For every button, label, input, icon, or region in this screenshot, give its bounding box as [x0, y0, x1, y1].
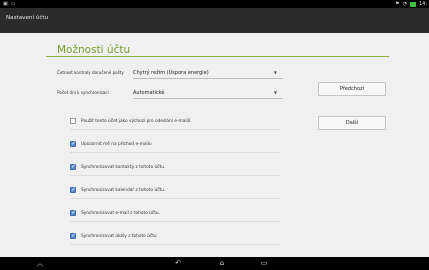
- back-icon[interactable]: ↶: [168, 258, 188, 269]
- wifi-icon: ◔: [402, 1, 407, 7]
- sync-tasks-row[interactable]: ✓ Synchronizovat úkoly z tohoto účtu: [70, 229, 280, 245]
- sync-tasks-label: Synchronizovat úkoly z tohoto účtu: [81, 234, 157, 239]
- sync-contacts-checkbox[interactable]: ✓: [70, 163, 77, 170]
- collapse-icon[interactable]: ︿: [30, 258, 50, 269]
- default-account-label: Použít tento účet jako výchozí pro odesl…: [81, 119, 191, 124]
- home-icon[interactable]: ⌂: [212, 258, 232, 269]
- action-bar: Nastavení účtu: [0, 8, 429, 33]
- sync-tasks-checkbox[interactable]: ✓: [70, 232, 77, 239]
- sync-email-label: Synchronizovat e-mail z tohoto účtu.: [81, 211, 161, 216]
- checkmark-icon: ✓: [71, 163, 77, 170]
- sync-calendar-label: Synchronizovat kalendář z tohoto účtu.: [81, 188, 166, 193]
- image-icon: ▣: [3, 1, 8, 7]
- sync-calendar-row[interactable]: ✓ Synchronizovat kalendář z tohoto účtu.: [70, 183, 280, 199]
- recent-apps-icon[interactable]: ▭: [254, 258, 274, 269]
- checkmark-icon: ✓: [71, 140, 77, 147]
- page-title: Možnosti účtu: [57, 44, 131, 56]
- previous-button[interactable]: Předchozí: [318, 82, 386, 96]
- sync-days-value: Automatické: [133, 90, 165, 96]
- battery-icon: [409, 1, 416, 7]
- inbox-check-frequency-label: Četnost kontroly doručené pošty: [57, 70, 124, 75]
- sync-contacts-row[interactable]: ✓ Synchronizovat kontakty z tohoto účtu.: [70, 160, 280, 176]
- next-button[interactable]: Další: [318, 116, 386, 130]
- default-account-checkbox[interactable]: [70, 118, 76, 124]
- inbox-check-frequency-select[interactable]: Chytrý režim (Úspora energie) ▼: [133, 67, 283, 79]
- navigation-bar: ︿ ↶ ⌂ ▭: [0, 257, 429, 270]
- sync-days-label: Počet dní k synchronizaci: [57, 90, 109, 95]
- sync-email-checkbox[interactable]: ✓: [70, 209, 77, 216]
- action-bar-title: Nastavení účtu: [6, 15, 49, 21]
- new-mail-notify-checkbox[interactable]: ✓: [70, 140, 77, 147]
- status-bar: ▣ ▭ ⚑ ◔ 14:: [0, 0, 429, 8]
- screen: ▣ ▭ ⚑ ◔ 14: Nastavení účtu Možnosti účtu…: [0, 0, 429, 270]
- heading-divider: [46, 56, 389, 57]
- sync-email-row[interactable]: ✓ Synchronizovat e-mail z tohoto účtu.: [70, 206, 280, 222]
- window-icon: ▭: [10, 1, 16, 7]
- dropdown-caret-icon: ▼: [273, 90, 277, 95]
- account-options-panel: Možnosti účtu Četnost kontroly doručené …: [0, 33, 429, 257]
- sync-days-select[interactable]: Automatické ▼: [133, 87, 283, 99]
- inbox-check-frequency-row: Četnost kontroly doručené pošty Chytrý r…: [57, 67, 287, 79]
- notification-icon: ⚑: [395, 1, 400, 7]
- checkmark-icon: ✓: [71, 186, 77, 193]
- sync-contacts-label: Synchronizovat kontakty z tohoto účtu.: [81, 165, 166, 170]
- status-clock: 14:: [418, 1, 427, 7]
- checkmark-icon: ✓: [71, 232, 77, 239]
- new-mail-notify-row[interactable]: ✓ Upozornit mě na příchod e-mailu: [70, 137, 280, 153]
- checkmark-icon: ✓: [71, 209, 77, 216]
- new-mail-notify-label: Upozornit mě na příchod e-mailu: [81, 142, 152, 147]
- sync-calendar-checkbox[interactable]: ✓: [70, 186, 77, 193]
- default-account-row[interactable]: Použít tento účet jako výchozí pro odesl…: [70, 114, 280, 130]
- inbox-check-frequency-value: Chytrý režim (Úspora energie): [133, 70, 209, 76]
- dropdown-caret-icon: ▼: [273, 70, 277, 75]
- sync-days-row: Počet dní k synchronizaci Automatické ▼: [57, 87, 287, 99]
